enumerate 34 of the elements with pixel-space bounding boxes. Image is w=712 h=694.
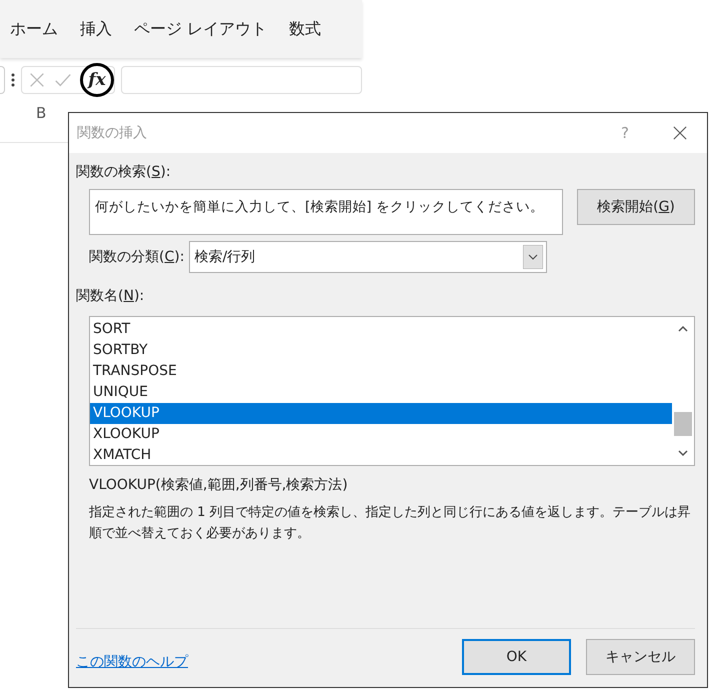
- scroll-down-icon[interactable]: [677, 448, 689, 458]
- name-box[interactable]: [0, 66, 5, 94]
- function-description: 指定された範囲の 1 列目で特定の値を検索し、指定した列と同じ行にある値を返します。テーブルは昇順で並べ替えておく必要があります。: [89, 504, 692, 543]
- function-item[interactable]: VLOOKUP: [90, 403, 672, 424]
- function-item[interactable]: TRANSPOSE: [90, 361, 672, 382]
- search-field[interactable]: 何がしたいかを簡単に入力して、[検索開始] をクリックしてください。: [89, 189, 563, 235]
- column-header: B: [36, 104, 46, 124]
- ok-button[interactable]: OK: [462, 639, 571, 675]
- function-list-label: 関数名(N):: [76, 287, 146, 305]
- ribbon-tab[interactable]: 挿入: [80, 18, 112, 40]
- formula-input[interactable]: [121, 66, 362, 94]
- category-label: 関数の分類(C):: [89, 248, 184, 266]
- function-item[interactable]: SORT: [90, 319, 672, 340]
- insert-function-button[interactable]: fx: [80, 63, 114, 97]
- close-icon[interactable]: [673, 126, 687, 140]
- cancel-button[interactable]: キャンセル: [586, 639, 695, 675]
- search-label: 関数の検索(S):: [76, 163, 172, 181]
- scroll-thumb[interactable]: [674, 412, 692, 436]
- function-item[interactable]: UNIQUE: [90, 382, 672, 403]
- category-dropdown[interactable]: 検索/行列: [189, 241, 548, 273]
- ribbon-tab[interactable]: ページ レイアウト: [134, 18, 268, 40]
- more-icon[interactable]: [11, 73, 15, 87]
- function-syntax: VLOOKUP(検索値,範囲,列番号,検索方法): [89, 476, 349, 494]
- function-item[interactable]: XMATCH: [90, 445, 672, 466]
- check-icon[interactable]: [54, 71, 72, 89]
- function-item[interactable]: XLOOKUP: [90, 424, 672, 445]
- function-item[interactable]: SORTBY: [90, 340, 672, 361]
- help-link[interactable]: この関数のヘルプ: [76, 653, 188, 671]
- chevron-down-icon[interactable]: [523, 245, 544, 269]
- search-button[interactable]: 検索開始(G): [577, 189, 695, 225]
- ribbon-tab[interactable]: ホーム: [10, 18, 58, 40]
- scroll-up-icon[interactable]: [677, 324, 689, 334]
- ribbon-tab[interactable]: 数式: [289, 18, 322, 40]
- window-title: 関数の挿入: [77, 124, 148, 142]
